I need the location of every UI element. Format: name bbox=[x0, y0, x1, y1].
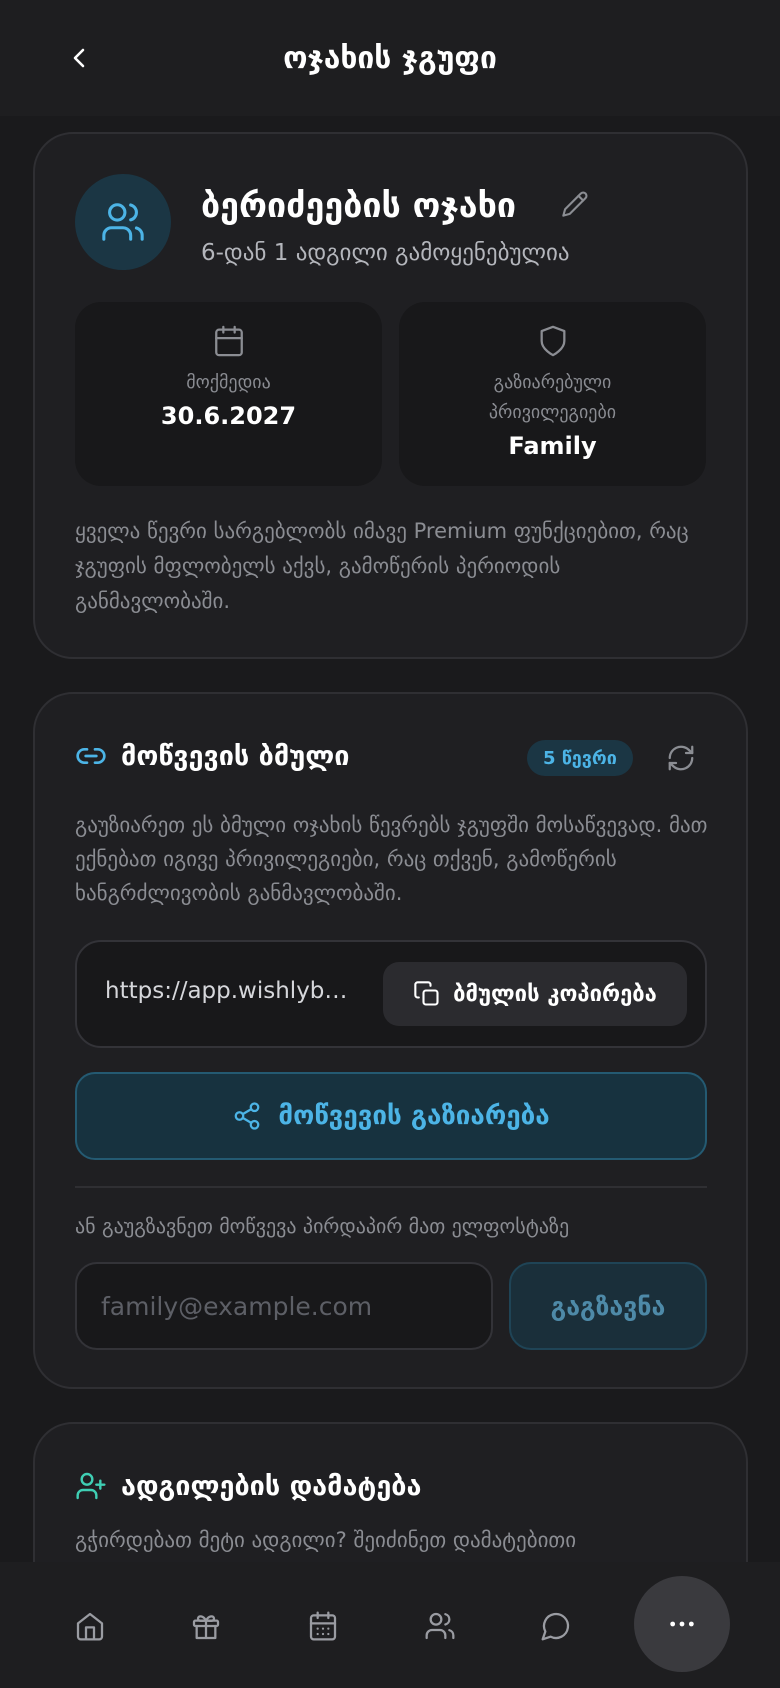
group-info-card: ბერიძეების ოჯახი 6-დან 1 ადგილი გამოყენე… bbox=[33, 132, 748, 659]
privileges-label: გაზიარებული პრივილეგიები bbox=[488, 372, 617, 423]
back-button[interactable] bbox=[60, 36, 100, 80]
tab-family[interactable] bbox=[412, 1598, 468, 1654]
calendar-icon bbox=[309, 1611, 337, 1641]
more-icon bbox=[670, 1621, 694, 1627]
gift-icon bbox=[192, 1615, 220, 1640]
page-title: ოჯახის ჯგუფი bbox=[283, 40, 497, 76]
invite-card: მოწვევის ბმული 5 წევრი გაუზიარეთ ეს ბმულ… bbox=[33, 692, 748, 1389]
tab-calendar[interactable] bbox=[295, 1598, 351, 1654]
share-invite-label: მოწვევის გაზიარება bbox=[278, 1101, 550, 1131]
more-button[interactable] bbox=[634, 1576, 730, 1672]
calendar-icon bbox=[214, 325, 243, 357]
share-invite-button[interactable]: მოწვევის გაზიარება bbox=[75, 1072, 707, 1160]
users-icon bbox=[425, 1612, 455, 1640]
add-seats-title-row: ადგილების დამატება bbox=[75, 1470, 421, 1502]
group-avatar bbox=[75, 174, 171, 270]
top-header: ოჯახის ჯგუფი bbox=[0, 0, 780, 116]
tab-home[interactable] bbox=[62, 1598, 118, 1654]
divider bbox=[75, 1186, 707, 1188]
invite-title-row: მოწვევის ბმული bbox=[75, 740, 349, 772]
share-icon bbox=[234, 1102, 260, 1130]
add-seats-description: გჭირდებათ მეტი ადგილი? შეიძინეთ დამატები… bbox=[75, 1528, 577, 1552]
invite-link-box: https://app.wishlybo... ბმულის კოპირება bbox=[75, 940, 707, 1048]
validity-date: 30.6.2027 bbox=[160, 402, 297, 430]
privileges-box: გაზიარებული პრივილეგიები Family bbox=[399, 302, 706, 486]
chevron-left-icon bbox=[73, 48, 85, 68]
seats-used-text: 6-დან 1 ადგილი გამოყენებულია bbox=[201, 240, 570, 266]
validity-label: მოქმედია bbox=[186, 372, 271, 393]
refresh-link-button[interactable] bbox=[661, 738, 701, 778]
send-invite-label: გაგზავნა bbox=[550, 1291, 666, 1321]
add-seats-title: ადგილების დამატება bbox=[121, 1470, 422, 1502]
copy-link-button[interactable]: ბმულის კოპირება bbox=[383, 962, 687, 1026]
member-count-badge: 5 წევრი bbox=[527, 740, 633, 776]
group-name: ბერიძეების ოჯახი bbox=[201, 186, 517, 226]
users-icon bbox=[102, 203, 144, 241]
home-icon bbox=[76, 1612, 104, 1641]
copy-link-label: ბმულის კოპირება bbox=[453, 981, 657, 1007]
bottom-tab-bar bbox=[0, 1562, 780, 1688]
group-description: ყველა წევრი სარგებლობს იმავე Premium ფუნ… bbox=[75, 519, 689, 613]
send-invite-button[interactable]: გაგზავნა bbox=[509, 1262, 707, 1350]
invite-description: გაუზიარეთ ეს ბმული ოჯახის წევრებს ჯგუფში… bbox=[75, 813, 708, 905]
edit-name-button[interactable] bbox=[555, 184, 595, 224]
pencil-icon bbox=[562, 191, 588, 217]
refresh-icon bbox=[668, 745, 694, 771]
invite-link-url[interactable]: https://app.wishlybo... bbox=[105, 978, 355, 1004]
tab-chat[interactable] bbox=[528, 1598, 584, 1654]
copy-icon bbox=[414, 981, 439, 1006]
invite-title: მოწვევის ბმული bbox=[121, 740, 350, 772]
shield-icon bbox=[540, 325, 565, 357]
user-plus-icon bbox=[76, 1472, 106, 1500]
email-invite-hint: ან გაუგზავნეთ მოწვევა პირდაპირ მათ ელფოს… bbox=[75, 1214, 570, 1238]
validity-box: მოქმედია 30.6.2027 bbox=[75, 302, 382, 486]
link-icon bbox=[76, 748, 106, 764]
chat-icon bbox=[541, 1612, 570, 1641]
email-input[interactable] bbox=[75, 1262, 493, 1350]
tab-gifts[interactable] bbox=[178, 1598, 234, 1654]
privileges-value: Family bbox=[508, 432, 597, 460]
